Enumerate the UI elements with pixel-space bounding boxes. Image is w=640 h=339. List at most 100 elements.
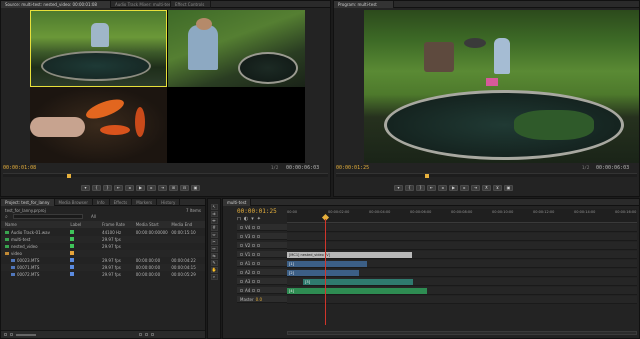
track-select-tool-icon[interactable]: ⇉ (210, 211, 218, 217)
export-frame-button[interactable]: ▣ (191, 185, 200, 191)
track-label[interactable]: A4 (245, 288, 250, 293)
track-label[interactable]: A3 (245, 279, 250, 284)
hand-tool-icon[interactable]: ✋ (210, 267, 218, 273)
search-in-label[interactable]: All (91, 214, 96, 219)
track-label[interactable]: A2 (245, 270, 250, 275)
lock-icon[interactable] (252, 234, 256, 238)
audio-clip[interactable]: [4] (287, 288, 427, 294)
tab-audio-mixer[interactable]: Audio Track Mixer: multi-test (111, 0, 171, 8)
clear-in-button[interactable]: } (103, 185, 112, 191)
col-label[interactable]: Label (70, 222, 102, 227)
camera-angle-4-empty[interactable] (168, 87, 305, 163)
tab-history[interactable]: History (157, 198, 181, 206)
slide-tool-icon[interactable]: ⇆ (210, 253, 218, 259)
project-item-row[interactable]: multi-test 29.97 fps (1, 236, 205, 243)
prog-go-in-button[interactable]: ⇤ (427, 185, 436, 191)
audio-clip[interactable]: [3] (303, 279, 413, 285)
eye-icon[interactable] (240, 234, 243, 238)
sync-lock-icon[interactable] (257, 270, 261, 274)
track-label[interactable]: V3 (245, 234, 250, 239)
audio-clip[interactable]: [2] (287, 270, 359, 276)
col-name[interactable]: Name (1, 222, 70, 227)
camera-angle-2[interactable] (168, 10, 305, 87)
timeline-timecode[interactable]: 00:00:01:25 (237, 208, 277, 215)
selection-tool-icon[interactable]: ↖ (210, 204, 218, 210)
tab-sequence[interactable]: multi-test (223, 198, 252, 206)
prog-extract-button[interactable]: ⊻ (493, 185, 502, 191)
ripple-edit-tool-icon[interactable]: ⇹ (210, 218, 218, 224)
lock-icon[interactable] (252, 243, 256, 247)
timeline-ruler[interactable]: 00:00 00:00:02:00 00:00:04:00 00:00:06:00 00… (287, 209, 637, 223)
label-swatch[interactable] (70, 272, 75, 276)
track-label[interactable]: V4 (245, 225, 250, 230)
trash-icon[interactable] (151, 333, 154, 336)
col-media-start[interactable]: Media Start (136, 222, 172, 227)
program-timecode[interactable]: 00:00:01:25 (336, 165, 369, 171)
project-item-row[interactable]: 00071.MTS 29.97 fps 00:00:00:00 00:00:04… (1, 264, 205, 271)
project-item-row[interactable]: nested_video 29.97 fps (1, 243, 205, 250)
prog-out-button[interactable]: } (416, 185, 425, 191)
prog-marker-button[interactable]: ▾ (394, 185, 403, 191)
tab-program-monitor[interactable]: Program: multi-test (334, 0, 394, 8)
project-item-row[interactable]: 00072.MTS 29.97 fps 00:00:00:00 00:00:05… (1, 271, 205, 278)
sync-lock-icon[interactable] (257, 225, 261, 229)
track-lane[interactable] (287, 296, 637, 304)
insert-button[interactable]: ⊞ (169, 185, 178, 191)
label-swatch[interactable] (70, 230, 75, 234)
label-swatch[interactable] (70, 237, 75, 241)
prog-in-button[interactable]: { (405, 185, 414, 191)
lock-icon[interactable] (252, 225, 256, 229)
zoom-slider-icon[interactable] (16, 333, 36, 336)
eye-icon[interactable] (240, 252, 243, 256)
tab-media-browser[interactable]: Media Browser (55, 198, 93, 206)
rolling-edit-tool-icon[interactable]: # (210, 225, 218, 231)
linked-selection-icon[interactable]: ◐ (244, 216, 248, 222)
project-item-row[interactable]: video (1, 250, 205, 257)
speaker-icon[interactable] (240, 261, 243, 265)
rate-stretch-tool-icon[interactable]: ⇔ (210, 232, 218, 238)
prog-step-back-button[interactable]: ◂ (438, 185, 447, 191)
prog-lift-button[interactable]: ⊼ (482, 185, 491, 191)
sync-lock-icon[interactable] (257, 234, 261, 238)
lock-icon[interactable] (252, 288, 256, 292)
source-scrubber[interactable] (3, 173, 328, 177)
program-playhead-icon[interactable] (425, 174, 429, 178)
mark-out-button[interactable]: { (92, 185, 101, 191)
sync-lock-icon[interactable] (257, 243, 261, 247)
tab-effects[interactable]: Effects (110, 198, 133, 206)
tab-info[interactable]: Info (93, 198, 110, 206)
program-scrubber[interactable] (336, 173, 637, 177)
program-fraction[interactable]: 1/2 (582, 165, 589, 170)
slip-tool-icon[interactable]: ↔ (210, 246, 218, 252)
source-fraction[interactable]: 1/2 (271, 165, 278, 170)
track-label[interactable]: V1 (245, 252, 250, 257)
prog-step-forward-button[interactable]: ▸ (460, 185, 469, 191)
camera-angle-3[interactable] (30, 87, 167, 163)
add-marker-icon[interactable]: ▾ (251, 216, 254, 222)
project-item-row[interactable]: 00023.MTS 29.97 fps 00:00:00:00 00:00:04… (1, 257, 205, 264)
playhead-line[interactable] (325, 219, 326, 325)
prog-export-frame-button[interactable]: ▣ (504, 185, 513, 191)
program-video[interactable] (364, 10, 639, 163)
pen-tool-icon[interactable]: ✎ (210, 260, 218, 266)
track-label[interactable]: V2 (245, 243, 250, 248)
track-lane[interactable] (287, 224, 637, 232)
new-item-icon[interactable] (145, 333, 148, 336)
col-frame-rate[interactable]: Frame Rate (102, 222, 136, 227)
tab-project[interactable]: Project: test_for_lanny (1, 198, 55, 206)
tab-source-monitor[interactable]: Source: multi-test: nested_video: 00:00:… (1, 0, 111, 8)
lock-icon[interactable] (252, 270, 256, 274)
label-swatch[interactable] (70, 258, 75, 262)
label-swatch[interactable] (70, 251, 75, 255)
overwrite-button[interactable]: ⊟ (180, 185, 189, 191)
project-item-row[interactable]: Audio Track-01.wav 44100 Hz 00:00:00:000… (1, 229, 205, 236)
timeline-scrollbar[interactable] (287, 331, 637, 335)
speaker-icon[interactable] (240, 279, 243, 283)
track-lane[interactable] (287, 242, 637, 250)
tab-effect-controls[interactable]: Effect Controls (171, 0, 211, 8)
new-bin-icon[interactable] (139, 333, 142, 336)
source-timecode[interactable]: 00:00:01:08 (3, 165, 36, 171)
tab-markers[interactable]: Markers (132, 198, 158, 206)
sync-lock-icon[interactable] (257, 261, 261, 265)
sync-lock-icon[interactable] (257, 279, 261, 283)
